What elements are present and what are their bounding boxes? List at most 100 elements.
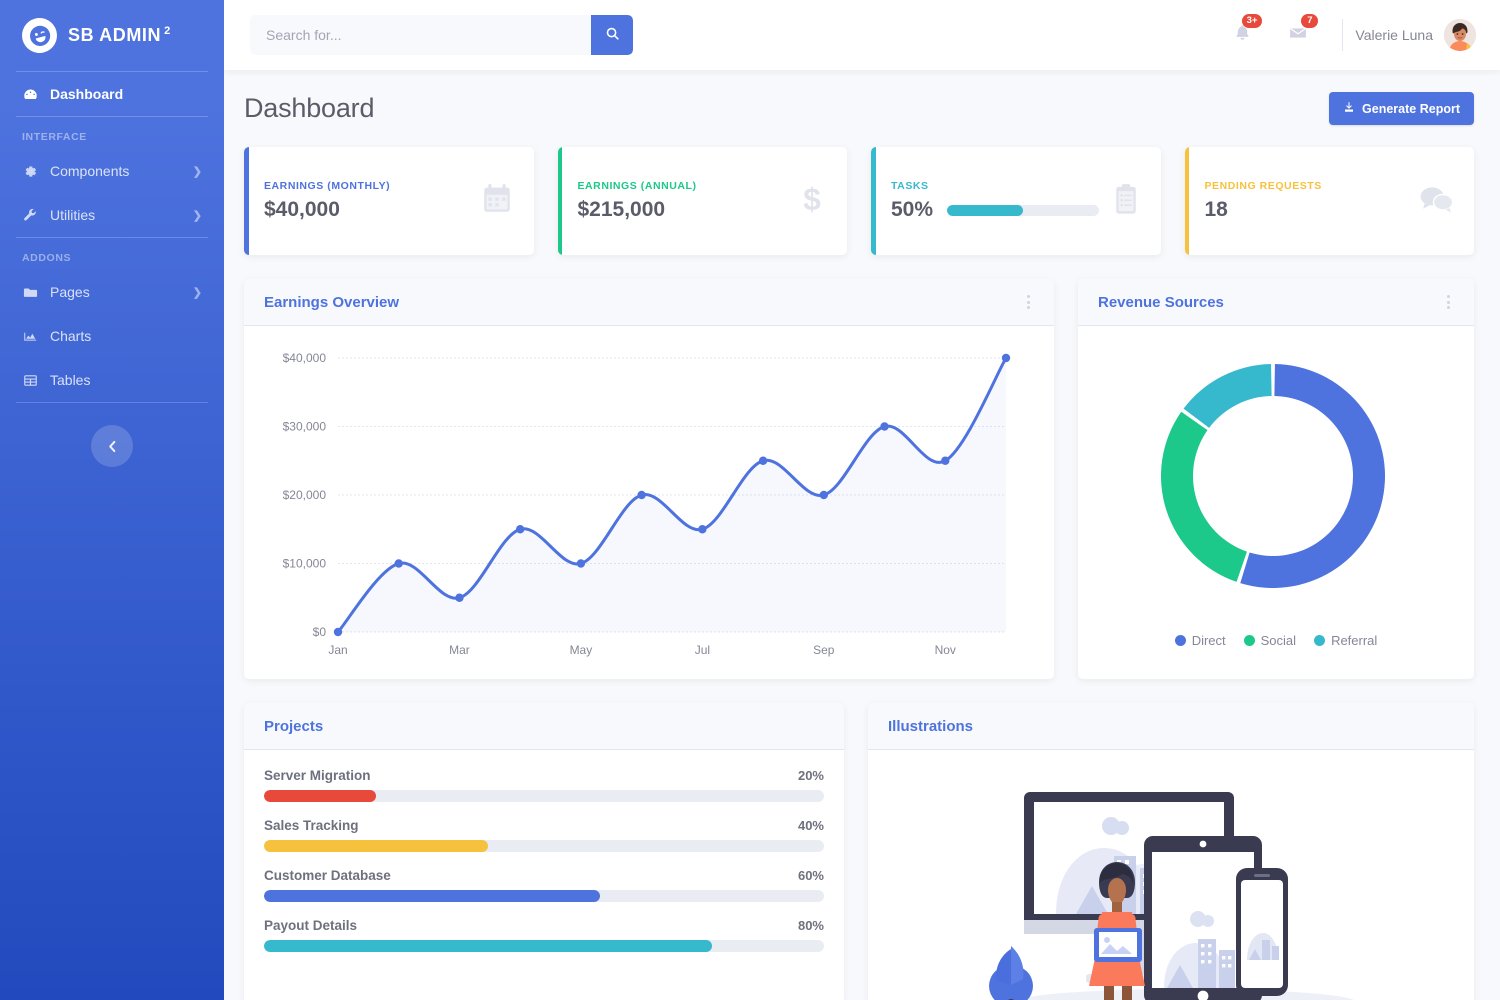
svg-text:$: $	[803, 182, 821, 216]
stat-value-row: 50%	[891, 198, 1099, 222]
card-header: Earnings Overview	[244, 279, 1054, 326]
stat-card-tasks[interactable]: TASKS 50%	[871, 147, 1161, 255]
revenue-card-title: Revenue Sources	[1098, 294, 1224, 311]
revenue-donut-chart[interactable]	[1098, 344, 1448, 614]
search-button[interactable]	[591, 15, 633, 55]
project-name: Sales Tracking	[264, 818, 359, 833]
page-header: Dashboard Generate Report	[244, 92, 1474, 125]
topbar-divider	[1342, 19, 1343, 51]
sidebar-item-utilities[interactable]: Utilities ❯	[0, 193, 224, 237]
sidebar-item-dashboard[interactable]: Dashboard	[0, 72, 224, 116]
earnings-line-chart[interactable]: $0$10,000$20,000$30,000$40,000JanMarMayJ…	[264, 344, 1032, 674]
messages-button[interactable]: 7	[1270, 23, 1326, 48]
search-input[interactable]	[250, 15, 591, 55]
stat-value: $215,000	[578, 198, 697, 222]
ellipsis-v-icon[interactable]	[1443, 291, 1454, 313]
tasks-progress-fill	[947, 205, 1023, 216]
brand-name: SB ADMIN2	[68, 25, 171, 46]
stat-text: PENDING REQUESTS 18	[1205, 180, 1322, 222]
project-name: Payout Details	[264, 918, 357, 933]
sidebar-item-label: Components	[50, 163, 182, 179]
projects-list: Server Migration20%Sales Tracking40%Cust…	[244, 750, 844, 952]
stat-card-earnings-monthly[interactable]: EARNINGS (MONTHLY) $40,000	[244, 147, 534, 255]
legend-dot	[1175, 635, 1186, 646]
project-percent: 40%	[798, 818, 824, 833]
legend-item[interactable]: Direct	[1175, 633, 1226, 648]
user-menu[interactable]: Valerie Luna	[1355, 19, 1476, 51]
tasks-progress-bar	[947, 205, 1099, 216]
sidebar-toggle-button[interactable]	[91, 425, 133, 467]
legend-dot	[1244, 635, 1255, 646]
sidebar-heading-addons: ADDONS	[0, 238, 224, 270]
stat-value: 18	[1205, 198, 1322, 222]
donut-slice[interactable]	[1240, 364, 1385, 588]
revenue-sources-card: Revenue Sources Direct Social Referral	[1078, 279, 1474, 679]
project-percent: 60%	[798, 868, 824, 883]
brand-logo[interactable]: SB ADMIN2	[0, 0, 224, 71]
sidebar-item-label: Dashboard	[50, 86, 202, 102]
project-row-header: Customer Database60%	[264, 868, 824, 883]
stat-card-pending-requests[interactable]: PENDING REQUESTS 18	[1185, 147, 1475, 255]
earnings-card-title: Earnings Overview	[264, 294, 399, 311]
comments-icon	[1418, 183, 1454, 220]
folder-icon	[22, 285, 39, 300]
chevron-right-icon: ❯	[193, 286, 202, 299]
stat-text: EARNINGS (MONTHLY) $40,000	[264, 180, 390, 222]
sidebar-heading-interface: INTERFACE	[0, 117, 224, 149]
revenue-chart-body: Direct Social Referral	[1078, 326, 1474, 679]
stat-text: TASKS 50%	[891, 180, 1099, 222]
sidebar-item-charts[interactable]: Charts	[0, 314, 224, 358]
topbar-right: 3+ 7 Valerie Luna	[1215, 19, 1476, 51]
donut-legend: Direct Social Referral	[1098, 633, 1454, 648]
clipboard-list-icon	[1111, 182, 1141, 221]
avatar	[1444, 19, 1476, 51]
calendar-icon	[480, 182, 514, 221]
svg-text:Sep: Sep	[813, 643, 835, 657]
stat-accent-bar	[871, 147, 876, 255]
main-area: 3+ 7 Valerie Luna	[224, 0, 1500, 1000]
svg-text:$30,000: $30,000	[283, 420, 327, 434]
wrench-icon	[22, 208, 39, 223]
project-row: Sales Tracking 40%	[264, 818, 824, 852]
charts-row: Earnings Overview $0$10,000$20,000$30,00…	[244, 279, 1474, 679]
project-progress-fill	[264, 940, 712, 952]
project-row-header: Payout Details80%	[264, 918, 824, 933]
svg-text:Mar: Mar	[449, 643, 470, 657]
ellipsis-v-icon[interactable]	[1023, 291, 1034, 313]
svg-text:$40,000: $40,000	[283, 351, 327, 365]
sidebar-item-components[interactable]: Components ❯	[0, 149, 224, 193]
sidebar-collapse-wrap	[0, 425, 224, 467]
project-progress-fill	[264, 890, 600, 902]
messages-badge: 7	[1301, 14, 1318, 28]
projects-card: Projects Server Migration20%Sales Tracki…	[244, 703, 844, 1000]
sidebar-item-pages[interactable]: Pages ❯	[0, 270, 224, 314]
legend-label: Direct	[1192, 633, 1226, 648]
svg-text:$10,000: $10,000	[283, 557, 327, 571]
svg-text:Nov: Nov	[935, 643, 956, 657]
project-progress-bar	[264, 840, 824, 852]
generate-report-label: Generate Report	[1362, 102, 1460, 116]
legend-item[interactable]: Referral	[1314, 633, 1377, 648]
stat-label: EARNINGS (ANNUAL)	[578, 180, 697, 192]
cog-icon	[22, 164, 39, 179]
svg-text:$0: $0	[313, 625, 327, 639]
stat-label: PENDING REQUESTS	[1205, 180, 1322, 192]
card-header: Illustrations	[868, 703, 1474, 750]
user-name: Valerie Luna	[1355, 27, 1433, 43]
stat-accent-bar	[558, 147, 563, 255]
generate-report-button[interactable]: Generate Report	[1329, 92, 1474, 125]
project-percent: 20%	[798, 768, 824, 783]
download-icon	[1343, 101, 1355, 116]
chevron-right-icon: ❯	[193, 165, 202, 178]
alerts-button[interactable]: 3+	[1215, 23, 1270, 47]
legend-item[interactable]: Social	[1244, 633, 1296, 648]
sidebar-item-label: Charts	[50, 328, 202, 344]
stat-label: EARNINGS (MONTHLY)	[264, 180, 390, 192]
stat-card-earnings-annual[interactable]: EARNINGS (ANNUAL) $215,000 $	[558, 147, 848, 255]
project-row: Customer Database60%	[264, 868, 824, 902]
donut-slice[interactable]	[1184, 364, 1272, 428]
stat-accent-bar	[1185, 147, 1190, 255]
sidebar-item-tables[interactable]: Tables	[0, 358, 224, 402]
donut-slice[interactable]	[1161, 412, 1247, 582]
sidebar-item-label: Utilities	[50, 207, 182, 223]
